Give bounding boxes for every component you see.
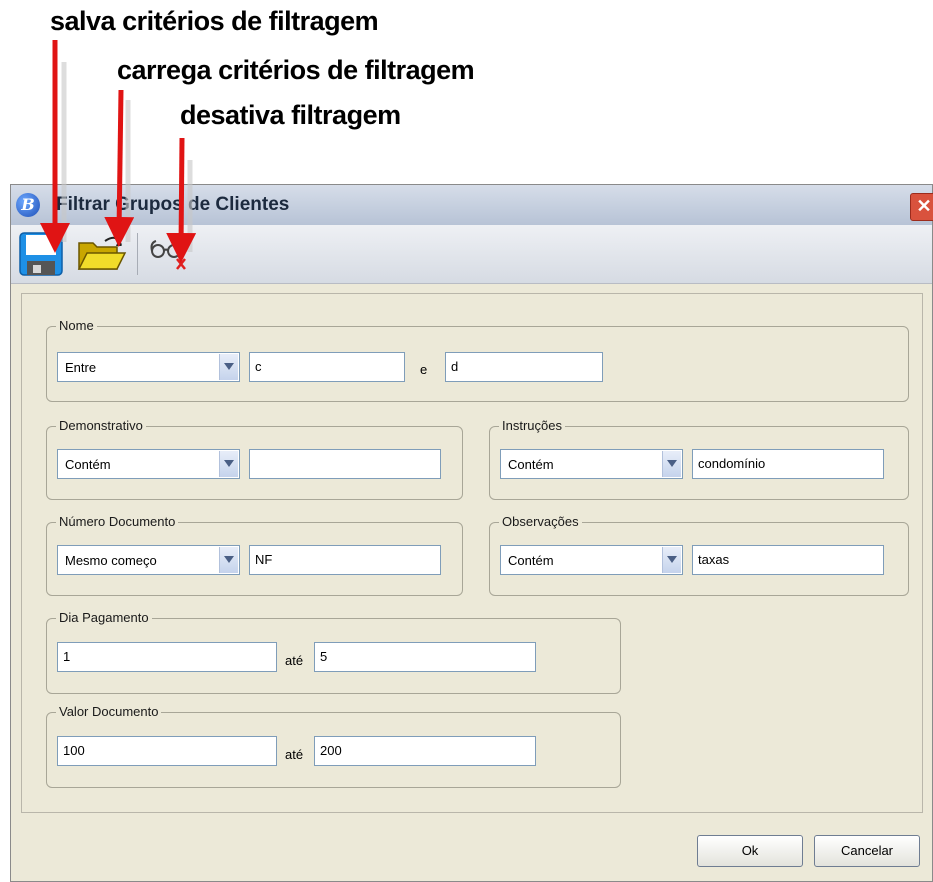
dia-pagamento-from-text: 1 bbox=[63, 649, 71, 664]
instrucoes-operator-select[interactable]: Contém bbox=[500, 449, 683, 479]
group-dia-pagamento-label: Dia Pagamento bbox=[56, 610, 152, 625]
valor-documento-from-input[interactable]: 100 bbox=[57, 736, 277, 766]
nome-operator-value: Entre bbox=[65, 360, 97, 375]
observacoes-operator-select[interactable]: Contém bbox=[500, 545, 683, 575]
nome-operator-select[interactable]: Entre bbox=[57, 352, 240, 382]
group-valor-documento: Valor Documento 100 até 200 bbox=[46, 704, 621, 788]
save-filter-button[interactable] bbox=[17, 231, 65, 277]
valor-documento-to-input[interactable]: 200 bbox=[314, 736, 536, 766]
group-valor-documento-label: Valor Documento bbox=[56, 704, 162, 719]
annotation-disable: desativa filtragem bbox=[180, 100, 401, 130]
dia-pagamento-to-text: 5 bbox=[320, 649, 328, 664]
dia-pagamento-to-input[interactable]: 5 bbox=[314, 642, 536, 672]
demonstrativo-operator-select[interactable]: Contém bbox=[57, 449, 240, 479]
toolbar bbox=[11, 225, 932, 284]
instrucoes-value-text: condomínio bbox=[698, 456, 766, 471]
demonstrativo-operator-value: Contém bbox=[65, 457, 111, 472]
disable-filter-button[interactable] bbox=[146, 231, 194, 277]
group-nome: Nome Entre c e d bbox=[46, 318, 909, 402]
nome-connector-label: e bbox=[420, 362, 428, 377]
dia-pagamento-connector-label: até bbox=[285, 653, 304, 668]
numero-documento-operator-value: Mesmo começo bbox=[65, 553, 157, 568]
nome-value2-text: d bbox=[451, 359, 459, 374]
toolbar-separator bbox=[137, 233, 138, 275]
group-demonstrativo-label: Demonstrativo bbox=[56, 418, 146, 433]
cancel-button[interactable]: Cancelar bbox=[814, 835, 920, 867]
annotation-save: salva critérios de filtragem bbox=[50, 6, 379, 36]
group-instrucoes-label: Instruções bbox=[499, 418, 565, 433]
instrucoes-operator-value: Contém bbox=[508, 457, 554, 472]
chevron-down-icon[interactable] bbox=[662, 547, 681, 573]
valor-documento-to-text: 200 bbox=[320, 743, 342, 758]
chevron-down-icon[interactable] bbox=[219, 354, 238, 380]
nome-value2-input[interactable]: d bbox=[445, 352, 603, 382]
close-button[interactable]: ✕ bbox=[910, 193, 933, 221]
save-disk-icon bbox=[19, 232, 63, 276]
numero-documento-value-text: NF bbox=[255, 552, 273, 567]
title-bar[interactable]: B Filtrar Grupos de Clientes ✕ bbox=[11, 185, 933, 226]
nome-value1-input[interactable]: c bbox=[249, 352, 405, 382]
annotation-load: carrega critérios de filtragem bbox=[117, 55, 475, 85]
group-numero-documento-label: Número Documento bbox=[56, 514, 179, 529]
instrucoes-value-input[interactable]: condomínio bbox=[692, 449, 884, 479]
observacoes-value-text: taxas bbox=[698, 552, 730, 567]
group-observacoes: Observações Contém taxas bbox=[489, 514, 909, 596]
group-dia-pagamento: Dia Pagamento 1 até 5 bbox=[46, 610, 621, 694]
group-demonstrativo: Demonstrativo Contém bbox=[46, 418, 463, 500]
valor-documento-connector-label: até bbox=[285, 747, 304, 762]
observacoes-operator-value: Contém bbox=[508, 553, 554, 568]
dia-pagamento-from-input[interactable]: 1 bbox=[57, 642, 277, 672]
window-title: Filtrar Grupos de Clientes bbox=[56, 194, 290, 215]
filter-dialog: B Filtrar Grupos de Clientes ✕ Nome Entr… bbox=[10, 184, 933, 882]
filter-criteria-panel: Nome Entre c e d Demonstrativo Contém In… bbox=[21, 293, 923, 813]
numero-documento-operator-select[interactable]: Mesmo começo bbox=[57, 545, 240, 575]
observacoes-value-input[interactable]: taxas bbox=[692, 545, 884, 575]
disable-filter-icon bbox=[150, 240, 189, 270]
group-observacoes-label: Observações bbox=[499, 514, 582, 529]
group-nome-label: Nome bbox=[56, 318, 97, 333]
valor-documento-from-text: 100 bbox=[63, 743, 85, 758]
load-filter-button[interactable] bbox=[75, 231, 127, 277]
chevron-down-icon[interactable] bbox=[219, 451, 238, 477]
app-logo-icon: B bbox=[16, 193, 40, 217]
ok-button[interactable]: Ok bbox=[697, 835, 803, 867]
open-folder-icon bbox=[77, 236, 127, 270]
demonstrativo-value-input[interactable] bbox=[249, 449, 441, 479]
nome-value1-text: c bbox=[255, 359, 262, 374]
numero-documento-value-input[interactable]: NF bbox=[249, 545, 441, 575]
group-numero-documento: Número Documento Mesmo começo NF bbox=[46, 514, 463, 596]
chevron-down-icon[interactable] bbox=[219, 547, 238, 573]
chevron-down-icon[interactable] bbox=[662, 451, 681, 477]
group-instrucoes: Instruções Contém condomínio bbox=[489, 418, 909, 500]
